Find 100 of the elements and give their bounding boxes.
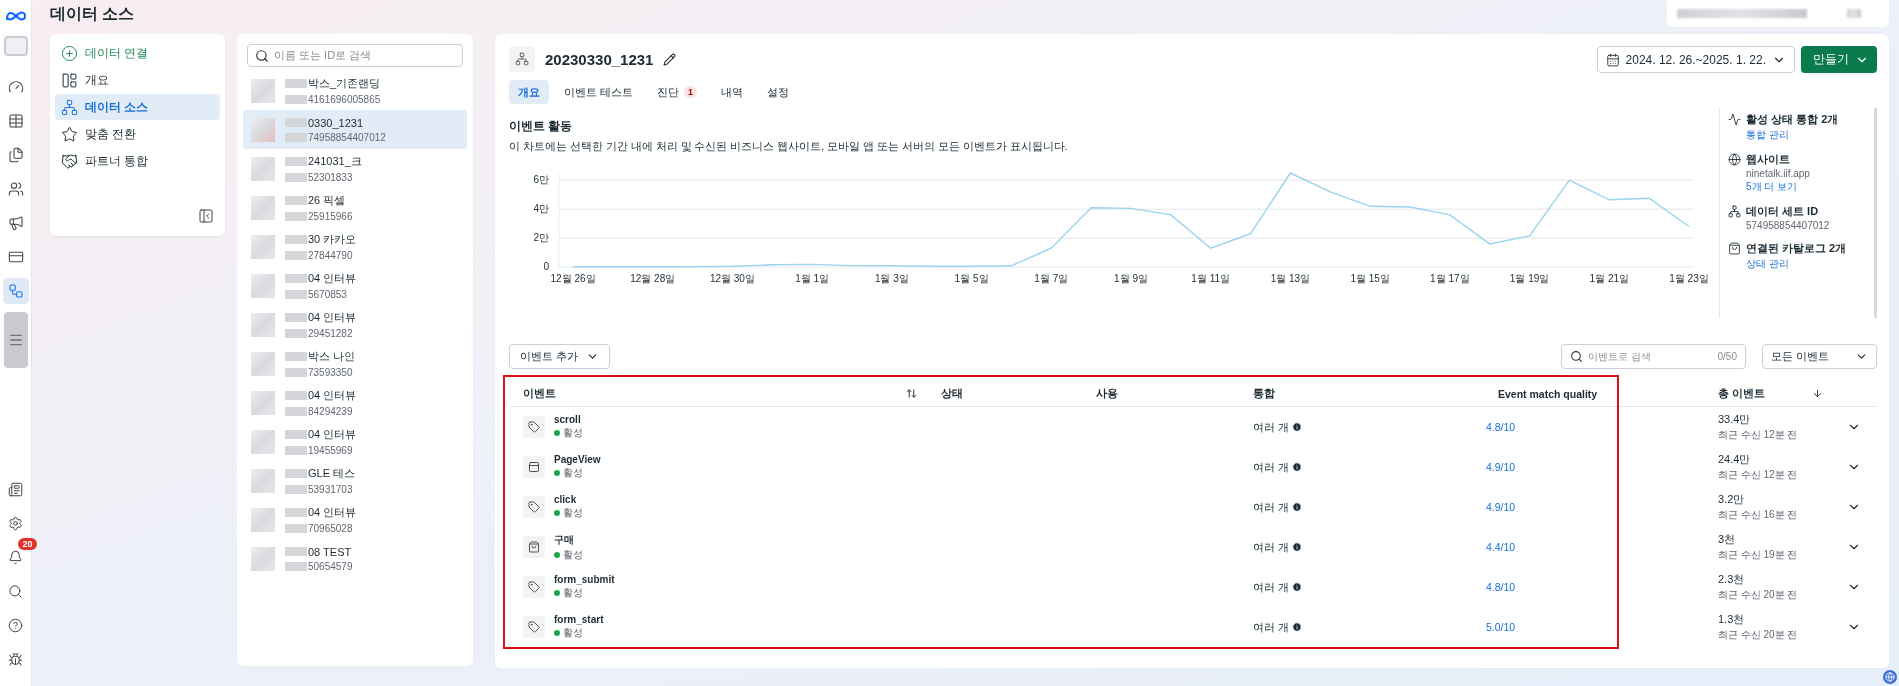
axis-label: 1월 7일	[1034, 273, 1069, 284]
total-events: 33.4만	[1718, 412, 1752, 427]
source-name: 30 카카오	[308, 232, 357, 247]
axis-label: 12월 30일	[709, 273, 755, 284]
chart-description: 이 차트에는 선택한 기간 내에 처리 및 수신된 비즈니스 웹사이트, 모바일 앱 또는 서버의 모든 이벤트가 표시됩니다.	[509, 140, 1069, 154]
axis-label: 1월 11일	[1191, 273, 1231, 284]
column-header[interactable]: Event match quality	[1498, 387, 1598, 400]
source-item[interactable]: 30 카카오 27844790	[243, 227, 467, 266]
axis-label: 1월 13일	[1270, 273, 1311, 284]
section-title: 이벤트 활동	[509, 118, 574, 135]
quality-link[interactable]: 4.9/10	[1486, 501, 1516, 513]
search-field[interactable]: 이름 또는 ID로 검색	[247, 44, 463, 67]
source-item[interactable]: 박스 나인 73593350	[243, 344, 467, 383]
event-name: click	[554, 494, 578, 505]
tab[interactable]: 내역	[712, 80, 753, 104]
status-text: 활성	[563, 506, 583, 520]
event-search-field[interactable]: 이벤트로 검색 0/50	[1561, 344, 1746, 369]
source-item[interactable]: 04 인터뷰 29451282	[243, 305, 467, 344]
nav-item[interactable]: 파트너 통합	[55, 148, 220, 174]
source-name: 04 인터뷰	[308, 505, 357, 520]
tab[interactable]: 설정	[758, 80, 799, 104]
event-name: PageView	[554, 454, 601, 465]
info-link[interactable]: 5개 더 보기	[1746, 180, 1810, 194]
source-id: 53931703	[308, 484, 353, 495]
column-header[interactable]: 이벤트	[523, 386, 556, 401]
info-link[interactable]: 통합 관리	[1746, 128, 1839, 142]
axis-label: 12월 26일	[550, 273, 596, 284]
source-name: 04 인터뷰	[308, 427, 357, 442]
info-link[interactable]: 상태 관리	[1746, 257, 1847, 271]
source-title: 20230330_1231	[545, 50, 654, 68]
total-events: 1.3천	[1718, 612, 1746, 627]
total-events: 2.3천	[1718, 572, 1746, 587]
integration-text: 여러 개	[1253, 419, 1290, 435]
source-item[interactable]: 04 인터뷰 84294239	[243, 383, 467, 422]
nav-item[interactable]: 데이터 연결	[55, 40, 220, 66]
source-id: 19455969	[308, 445, 353, 456]
last-received: 최근 수신 12분 전	[1718, 468, 1799, 482]
quality-link[interactable]: 4.9/10	[1486, 461, 1516, 473]
date-range-button[interactable]: 2024. 12. 26.~2025. 1. 22.	[1596, 46, 1795, 73]
source-item[interactable]: 04 인터뷰 5670853	[243, 266, 467, 305]
column-header[interactable]: 총 이벤트	[1718, 386, 1765, 401]
quality-link[interactable]: 4.8/10	[1486, 581, 1516, 593]
nav-item[interactable]: 개요	[55, 67, 220, 93]
info-title: 활성 상태 통합 2개	[1746, 112, 1839, 127]
axis-label: 1월 17일	[1430, 273, 1470, 284]
source-name: 박스 나인	[308, 349, 356, 364]
tab[interactable]: 이벤트 테스트	[555, 80, 643, 104]
source-name: 박스_기존랜딩	[308, 76, 381, 91]
source-id: 29451282	[308, 328, 353, 339]
add-event-button[interactable]: 이벤트 추가	[509, 344, 611, 369]
axis-label: 1월 21일	[1589, 273, 1629, 284]
source-name: 241031_크	[308, 154, 362, 169]
notification-badge: 20	[18, 538, 37, 550]
source-id: 27844790	[308, 250, 353, 261]
tab[interactable]: 진단 1	[648, 80, 707, 104]
source-item[interactable]: 26 픽셀 25915966	[243, 188, 467, 227]
status-text: 활성	[563, 626, 583, 640]
quality-link[interactable]: 4.8/10	[1486, 421, 1516, 433]
event-name: form_start	[554, 614, 604, 625]
event-name: form_submit	[554, 574, 615, 585]
source-name: 26 픽셀	[308, 193, 346, 208]
create-button[interactable]: 만들기	[1801, 46, 1877, 73]
source-name: 0330_1231	[308, 116, 364, 129]
quality-link[interactable]: 5.0/10	[1486, 621, 1516, 633]
tab[interactable]: 개요	[509, 80, 549, 104]
source-item[interactable]: 08 TEST 50654579	[243, 539, 467, 578]
axis-label: 12월 28일	[630, 273, 676, 284]
axis-label: 4만	[533, 203, 549, 215]
event-name: scroll	[554, 414, 582, 425]
axis-label: 1월 19일	[1509, 273, 1550, 284]
info-text: ninetalk.iif.app	[1746, 168, 1810, 179]
source-id: 52301833	[308, 172, 353, 183]
source-name: 08 TEST	[308, 545, 352, 558]
page-title: 데이터 소스	[50, 4, 135, 24]
source-item[interactable]: 241031_크 52301833	[243, 149, 467, 188]
source-name: GLE 테스	[308, 466, 356, 481]
source-item[interactable]: 박스_기존랜딩 4161696005865	[243, 71, 467, 110]
nav-item[interactable]: 데이터 소스	[55, 94, 220, 120]
nav-item[interactable]: 맞춤 전환	[55, 121, 220, 147]
count-badge: 1	[684, 86, 698, 98]
column-header[interactable]: 상태	[941, 386, 963, 401]
last-received: 최근 수신 19분 전	[1718, 548, 1799, 562]
info-title: 연결된 카탈로그 2개	[1746, 241, 1847, 256]
column-header[interactable]: 통합	[1253, 386, 1275, 401]
event-filter-dropdown[interactable]: 모든 이벤트	[1762, 344, 1877, 369]
source-name: 04 인터뷰	[308, 388, 357, 403]
axis-label: 1월 23일	[1669, 273, 1709, 284]
source-item[interactable]: 04 인터뷰 19455969	[243, 422, 467, 461]
source-item[interactable]: 0330_1231 74958854407012	[243, 110, 467, 149]
column-header[interactable]: 사용	[1096, 386, 1118, 401]
last-received: 최근 수신 20분 전	[1718, 588, 1799, 602]
axis-label: 2만	[533, 232, 549, 244]
total-events: 3.2만	[1718, 492, 1746, 507]
last-received: 최근 수신 20분 전	[1718, 628, 1799, 642]
source-item[interactable]: 04 인터뷰 70965028	[243, 500, 467, 539]
quality-link[interactable]: 4.4/10	[1486, 541, 1516, 553]
source-item[interactable]: GLE 테스 53931703	[243, 461, 467, 500]
event-name: 구매	[554, 532, 575, 547]
last-received: 최근 수신 16분 전	[1718, 508, 1799, 522]
source-id: 84294239	[308, 406, 353, 417]
